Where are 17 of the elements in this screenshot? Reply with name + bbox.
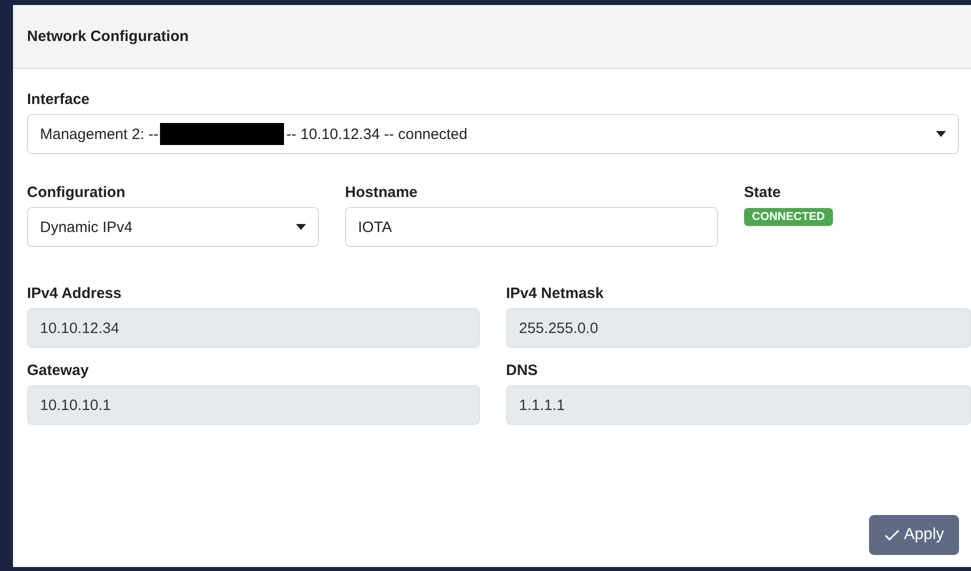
panel-title: Network Configuration: [27, 28, 189, 45]
field-label: Interface: [27, 91, 91, 108]
field-label: Hostname: [345, 184, 419, 201]
check-icon: [884, 529, 900, 541]
status-badge: CONNECTED: [744, 208, 833, 226]
configuration-select[interactable]: Dynamic IPv4: [27, 207, 319, 247]
apply-button[interactable]: Apply: [869, 515, 959, 555]
hostname-field[interactable]: IOTA: [345, 207, 718, 247]
field-label: IPv4 Netmask: [506, 285, 605, 302]
field-label: Gateway: [27, 362, 90, 379]
field-label: Configuration: [27, 184, 126, 201]
field-label: IPv4 Address: [27, 285, 122, 302]
caret-icon: [296, 224, 306, 230]
caret-icon: [936, 131, 946, 137]
field-label: State: [744, 184, 782, 201]
field-label: DNS: [506, 362, 539, 379]
interface-select[interactable]: Management 2: -- -- 10.10.12.34 -- connected: [27, 114, 959, 154]
